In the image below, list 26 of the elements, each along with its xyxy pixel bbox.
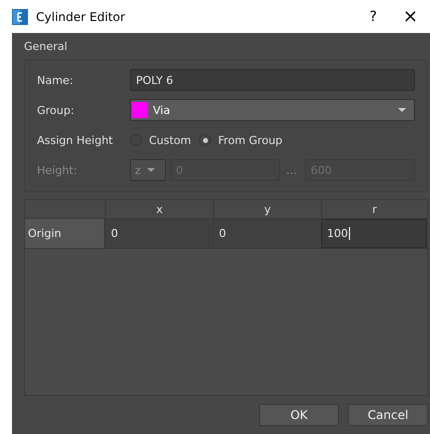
radio-option[interactable]: From Group — [199, 134, 282, 146]
table-cell[interactable]: 0 — [105, 219, 213, 248]
radio-label: From Group — [218, 134, 282, 146]
dialog-button[interactable]: OK — [259, 404, 339, 426]
name-field[interactable]: POLY 6 — [130, 69, 415, 91]
field-label: Assign Height — [37, 134, 114, 146]
help-button[interactable]: ? — [369, 8, 377, 24]
close-button[interactable]: × — [402, 6, 418, 27]
table-cell[interactable]: 0 — [213, 219, 321, 248]
radio-label: Custom — [149, 134, 192, 146]
group-title: General — [24, 38, 68, 54]
window-title: Cylinder Editor — [36, 10, 126, 24]
column-header: r — [321, 200, 427, 218]
column-header: x — [105, 200, 213, 218]
group-dropdown[interactable]: Via — [130, 99, 415, 121]
radio-option[interactable]: Custom — [130, 134, 192, 146]
table-cell[interactable]: 100 — [321, 219, 427, 248]
row-header: Origin — [25, 219, 105, 248]
app-icon — [12, 8, 28, 24]
field-label: Height: — [37, 164, 78, 176]
range-separator: ... — [286, 164, 297, 176]
field-label: Group: — [37, 104, 76, 116]
text-cursor — [349, 227, 350, 240]
column-header: y — [213, 200, 321, 218]
dialog-button[interactable]: Cancel — [348, 404, 428, 426]
field-label: Name: — [37, 74, 74, 86]
